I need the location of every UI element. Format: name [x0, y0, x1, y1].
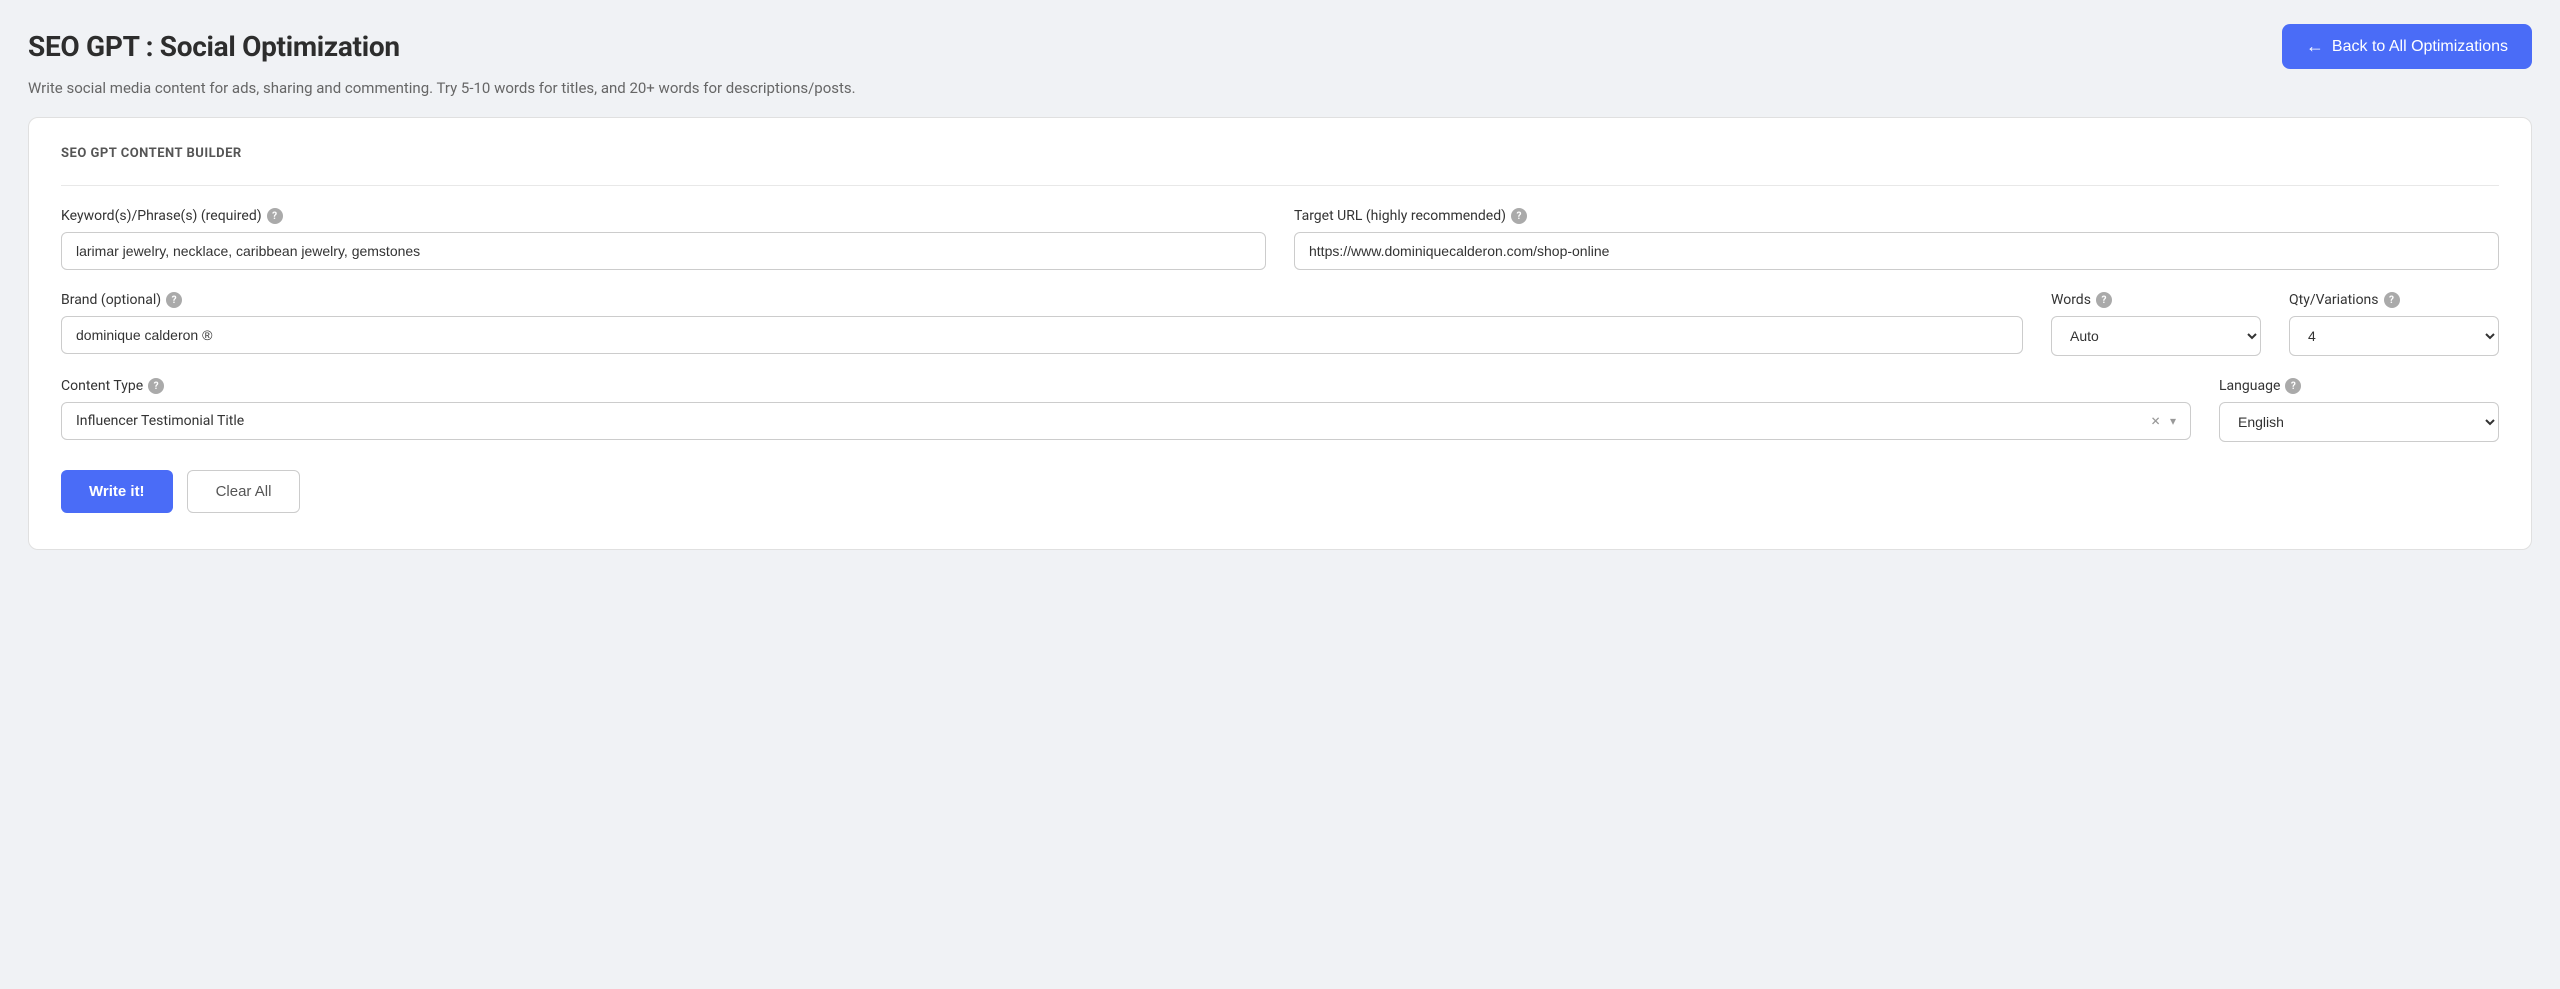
words-help-icon[interactable]: ?: [2096, 292, 2112, 308]
brand-input[interactable]: [61, 316, 2023, 354]
page-title: SEO GPT : Social Optimization: [28, 30, 400, 63]
content-type-value: Influencer Testimonial Title: [76, 403, 2145, 439]
target-url-help-icon[interactable]: ?: [1511, 208, 1527, 224]
keywords-help-icon[interactable]: ?: [267, 208, 283, 224]
back-button-label: Back to All Optimizations: [2332, 38, 2508, 56]
back-arrow-icon: ←: [2306, 36, 2324, 57]
content-type-label: Content Type ?: [61, 378, 2191, 394]
section-title: SEO GPT CONTENT BUILDER: [61, 146, 2499, 161]
page-subtitle: Write social media content for ads, shar…: [28, 79, 2532, 97]
target-url-input[interactable]: [1294, 232, 2499, 270]
words-select[interactable]: Auto 5 10 15 20 25 30: [2051, 316, 2261, 356]
content-type-help-icon[interactable]: ?: [148, 378, 164, 394]
content-builder-card: SEO GPT CONTENT BUILDER Keyword(s)/Phras…: [28, 117, 2532, 550]
form-row-2: Brand (optional) ? Words ? Auto 5 10 15 …: [61, 292, 2499, 356]
target-url-group: Target URL (highly recommended) ?: [1294, 208, 2499, 270]
content-type-select-wrapper[interactable]: Influencer Testimonial Title × ▾: [61, 402, 2191, 440]
back-button[interactable]: ← Back to All Optimizations: [2282, 24, 2532, 69]
language-label: Language ?: [2219, 378, 2499, 394]
form-row-1: Keyword(s)/Phrase(s) (required) ? Target…: [61, 208, 2499, 270]
qty-group: Qty/Variations ? 1 2 3 4 5 6 7 8: [2289, 292, 2499, 356]
section-divider: [61, 185, 2499, 186]
language-help-icon[interactable]: ?: [2285, 378, 2301, 394]
words-label: Words ?: [2051, 292, 2261, 308]
keywords-input[interactable]: [61, 232, 1266, 270]
keywords-group: Keyword(s)/Phrase(s) (required) ?: [61, 208, 1266, 270]
brand-group: Brand (optional) ?: [61, 292, 2023, 356]
language-select[interactable]: English Spanish French German Italian Po…: [2219, 402, 2499, 442]
brand-label: Brand (optional) ?: [61, 292, 2023, 308]
qty-help-icon[interactable]: ?: [2384, 292, 2400, 308]
content-type-group: Content Type ? Influencer Testimonial Ti…: [61, 378, 2191, 442]
qty-label: Qty/Variations ?: [2289, 292, 2499, 308]
qty-select[interactable]: 1 2 3 4 5 6 7 8: [2289, 316, 2499, 356]
action-buttons-row: Write it! Clear All: [61, 470, 2499, 513]
write-button[interactable]: Write it!: [61, 470, 173, 513]
clear-all-button[interactable]: Clear All: [187, 470, 301, 513]
target-url-label: Target URL (highly recommended) ?: [1294, 208, 2499, 224]
content-type-clear-icon[interactable]: ×: [2145, 413, 2166, 429]
content-type-dropdown-icon[interactable]: ▾: [2166, 414, 2180, 428]
language-group: Language ? English Spanish French German…: [2219, 378, 2499, 442]
form-row-3: Content Type ? Influencer Testimonial Ti…: [61, 378, 2499, 442]
keywords-label: Keyword(s)/Phrase(s) (required) ?: [61, 208, 1266, 224]
page-header: SEO GPT : Social Optimization ← Back to …: [28, 24, 2532, 69]
words-group: Words ? Auto 5 10 15 20 25 30: [2051, 292, 2261, 356]
brand-help-icon[interactable]: ?: [166, 292, 182, 308]
